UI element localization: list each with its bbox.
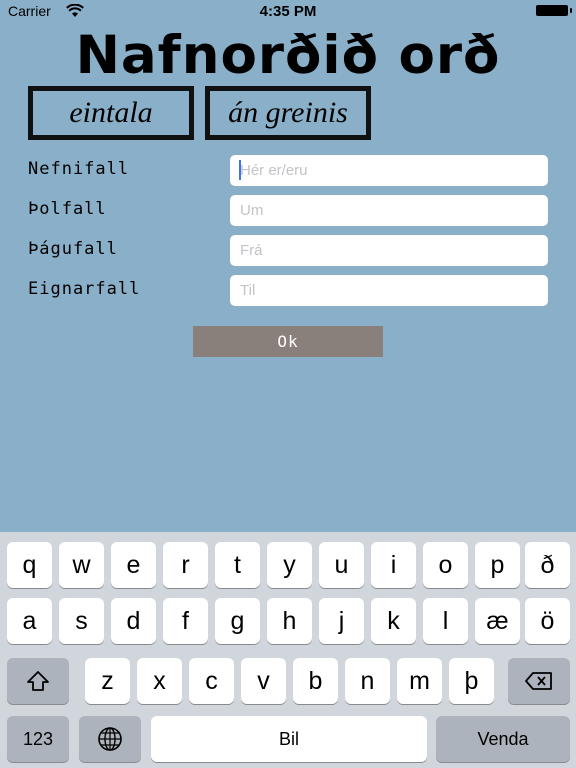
key-c[interactable]: c [189, 658, 234, 704]
key-k[interactable]: k [371, 598, 416, 644]
shift-key[interactable] [7, 658, 69, 704]
key-x[interactable]: x [137, 658, 182, 704]
case-label-nominative: Nefnifall [28, 159, 130, 179]
dative-input[interactable] [230, 235, 548, 266]
key-a[interactable]: a [7, 598, 52, 644]
globe-icon [98, 727, 122, 751]
key-l[interactable]: l [423, 598, 468, 644]
shift-arrow-icon [27, 671, 49, 691]
key-o-umlaut[interactable]: ö [525, 598, 570, 644]
key-e[interactable]: e [111, 542, 156, 588]
case-label-genitive: Eignarfall [28, 279, 141, 299]
key-r[interactable]: r [163, 542, 208, 588]
key-i[interactable]: i [371, 542, 416, 588]
key-ae[interactable]: æ [475, 598, 520, 644]
key-thorn[interactable]: þ [449, 658, 494, 704]
key-j[interactable]: j [319, 598, 364, 644]
delete-key[interactable] [508, 658, 570, 704]
space-bar[interactable]: Bil [151, 716, 427, 762]
clock: 4:35 PM [259, 3, 317, 20]
page-title: Nafnorðið orð [75, 25, 501, 86]
backspace-icon [525, 672, 552, 690]
key-o[interactable]: o [423, 542, 468, 588]
case-label-dative: Þágufall [28, 239, 118, 259]
key-n[interactable]: n [345, 658, 390, 704]
key-t[interactable]: t [215, 542, 260, 588]
key-b[interactable]: b [293, 658, 338, 704]
key-q[interactable]: q [7, 542, 52, 588]
key-eth[interactable]: ð [525, 542, 570, 588]
key-m[interactable]: m [397, 658, 442, 704]
text-caret [239, 160, 241, 180]
article-tag: án greinis [205, 86, 371, 140]
numbers-key[interactable]: 123 [7, 716, 69, 762]
key-f[interactable]: f [163, 598, 208, 644]
number-tag: eintala [28, 86, 194, 140]
accusative-input[interactable] [230, 195, 548, 226]
key-d[interactable]: d [111, 598, 156, 644]
nominative-input[interactable] [230, 155, 548, 186]
key-u[interactable]: u [319, 542, 364, 588]
globe-key[interactable] [79, 716, 141, 762]
key-w[interactable]: w [59, 542, 104, 588]
return-key[interactable]: Venda [436, 716, 570, 762]
key-p[interactable]: p [475, 542, 520, 588]
status-bar: Carrier 4:35 PM [0, 0, 576, 22]
key-v[interactable]: v [241, 658, 286, 704]
key-s[interactable]: s [59, 598, 104, 644]
ok-button[interactable]: Ok [193, 326, 383, 357]
genitive-input[interactable] [230, 275, 548, 306]
battery-icon [536, 5, 572, 16]
key-g[interactable]: g [215, 598, 260, 644]
keyboard: q w e r t y u i o p ð a s d f g h j k l … [0, 532, 576, 768]
case-label-accusative: Þolfall [28, 199, 107, 219]
key-y[interactable]: y [267, 542, 312, 588]
key-z[interactable]: z [85, 658, 130, 704]
key-h[interactable]: h [267, 598, 312, 644]
